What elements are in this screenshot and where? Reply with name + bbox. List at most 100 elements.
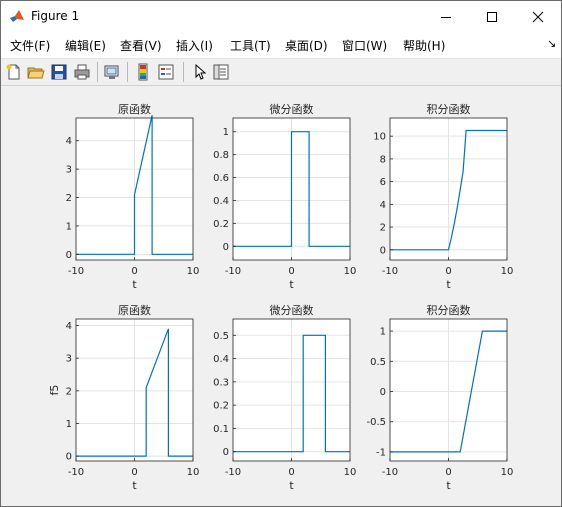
x-tick-label: -10 bbox=[382, 467, 398, 478]
y-tick-label: 1 bbox=[66, 221, 72, 232]
x-tick-label: 0 bbox=[445, 467, 451, 478]
x-tick-label: -10 bbox=[68, 266, 84, 277]
x-axis-label: t bbox=[446, 278, 451, 291]
x-axis-label: t bbox=[132, 479, 137, 492]
y-tick-label: 4 bbox=[66, 136, 72, 147]
x-axis-label: t bbox=[446, 479, 451, 492]
maximize-button[interactable] bbox=[469, 1, 515, 32]
window-title: Figure 1 bbox=[31, 9, 80, 23]
y-tick-label: 0.2 bbox=[213, 219, 229, 230]
y-tick-label: -0.5 bbox=[366, 417, 386, 428]
y-tick-label: 1 bbox=[380, 327, 386, 338]
menu-edit[interactable]: 编辑(E) bbox=[65, 37, 106, 54]
menu-view[interactable]: 查看(V) bbox=[120, 37, 162, 54]
link-plot-icon[interactable] bbox=[103, 63, 121, 81]
menu-desktop[interactable]: 桌面(D) bbox=[285, 37, 328, 54]
menu-file[interactable]: 文件(F) bbox=[10, 37, 50, 54]
menu-insert[interactable]: 插入(I) bbox=[176, 37, 213, 54]
y-tick-label: 0 bbox=[66, 452, 72, 463]
edit-plot-icon[interactable] bbox=[190, 63, 208, 81]
menu-help[interactable]: 帮助(H) bbox=[403, 37, 445, 54]
save-icon[interactable] bbox=[50, 63, 68, 81]
x-tick-label: -10 bbox=[225, 266, 241, 277]
y-tick-label: 0.2 bbox=[213, 401, 229, 412]
x-axis-label: t bbox=[289, 278, 294, 291]
subplot-title: 积分函数 bbox=[427, 103, 471, 116]
subplot-1: -10 0 10 0 1 2 3 4 原函数 t bbox=[66, 103, 200, 291]
y-tick-label: 0 bbox=[380, 387, 386, 398]
y-tick-label: 3 bbox=[66, 165, 72, 176]
x-tick-label: 10 bbox=[187, 266, 200, 277]
y-tick-label: -1 bbox=[376, 447, 386, 458]
x-tick-label: 10 bbox=[187, 467, 200, 478]
y-tick-label: 2 bbox=[380, 223, 386, 234]
y-axis-label: f5 bbox=[48, 385, 61, 396]
x-axis-label: t bbox=[132, 278, 137, 291]
y-tick-label: 3 bbox=[66, 354, 72, 365]
toolbar-separator bbox=[183, 62, 184, 82]
x-tick-label: -10 bbox=[382, 266, 398, 277]
menu-overflow-icon[interactable]: ↘ bbox=[547, 37, 556, 50]
close-button[interactable] bbox=[515, 1, 561, 32]
y-tick-label: 4 bbox=[66, 321, 72, 332]
minimize-icon bbox=[441, 16, 451, 18]
y-tick-label: 8 bbox=[380, 154, 386, 165]
open-file-icon[interactable] bbox=[27, 63, 45, 81]
subplot-3: -10 0 10 0 2 4 6 8 10 积分函数 t bbox=[373, 103, 513, 291]
menu-tools[interactable]: 工具(T) bbox=[230, 37, 271, 54]
subplot-2: -10 0 10 0 0.2 0.4 0.6 0.8 1 微分函数 t bbox=[213, 102, 356, 291]
y-tick-label: 0 bbox=[66, 250, 72, 261]
figure-canvas[interactable]: -10 0 1001234原函数t-10 0 1000.20.40.60.81微分函数t… bbox=[1, 85, 561, 506]
x-tick-label: 0 bbox=[288, 467, 294, 478]
subplot-6: -10 0 10 -1 -0.5 0 0.5 1 积分函数 t bbox=[366, 304, 513, 492]
y-tick-label: 0 bbox=[223, 242, 229, 253]
x-tick-label: 0 bbox=[445, 266, 451, 277]
x-tick-label: 0 bbox=[131, 266, 137, 277]
y-tick-label: 0.4 bbox=[213, 196, 229, 207]
y-tick-label: 10 bbox=[373, 132, 386, 143]
y-tick-label: 1 bbox=[223, 127, 229, 138]
minimize-button[interactable] bbox=[423, 1, 469, 32]
maximize-icon bbox=[487, 11, 497, 22]
menu-bar: 文件(F) 编辑(E) 查看(V) 插入(I) 工具(T) 桌面(D) 窗口(W… bbox=[1, 32, 561, 58]
y-tick-label: 0.3 bbox=[213, 377, 229, 388]
y-tick-label: 0.1 bbox=[213, 424, 229, 435]
x-tick-label: 0 bbox=[288, 266, 294, 277]
toolbar bbox=[1, 58, 561, 86]
subplot-title: 微分函数 bbox=[270, 102, 314, 116]
menu-window[interactable]: 窗口(W) bbox=[342, 37, 387, 54]
x-tick-label: -10 bbox=[225, 467, 241, 478]
x-tick-label: -10 bbox=[68, 467, 84, 478]
x-tick-label: 10 bbox=[501, 266, 514, 277]
matlab-logo-icon bbox=[10, 10, 24, 22]
close-icon bbox=[532, 11, 544, 22]
x-tick-label: 10 bbox=[344, 467, 357, 478]
property-inspector-icon[interactable] bbox=[212, 63, 230, 81]
subplot-5: -10 0 10 0 0.1 0.2 0.3 0.4 0.5 微分函数 t bbox=[213, 303, 356, 492]
y-tick-label: 0.5 bbox=[370, 357, 386, 368]
y-tick-label: 1 bbox=[66, 419, 72, 430]
y-tick-label: 4 bbox=[380, 200, 386, 211]
x-tick-label: 10 bbox=[501, 467, 514, 478]
figure-window: Figure 1 文件(F) 编辑(E) 查看(V) 插入(I) 工具(T) 桌… bbox=[0, 0, 562, 507]
y-tick-label: 0.5 bbox=[213, 331, 229, 342]
y-tick-label: 6 bbox=[380, 177, 386, 188]
y-tick-label: 2 bbox=[66, 386, 72, 397]
new-figure-icon[interactable] bbox=[5, 63, 23, 81]
subplot-title: 微分函数 bbox=[270, 303, 314, 317]
title-bar[interactable]: Figure 1 bbox=[1, 1, 561, 32]
y-tick-label: 0.4 bbox=[213, 354, 229, 365]
insert-colorbar-icon[interactable] bbox=[134, 63, 152, 81]
x-axis-label: t bbox=[289, 479, 294, 492]
y-tick-label: 0 bbox=[223, 447, 229, 458]
subplot-title: 原函数 bbox=[118, 304, 151, 317]
y-tick-label: 2 bbox=[66, 193, 72, 204]
x-tick-label: 0 bbox=[131, 467, 137, 478]
insert-legend-icon[interactable] bbox=[157, 63, 175, 81]
subplot-title: 原函数 bbox=[118, 103, 151, 116]
y-tick-label: 0.6 bbox=[213, 173, 229, 184]
toolbar-separator bbox=[127, 62, 128, 82]
toolbar-separator bbox=[97, 62, 98, 82]
y-tick-label: 0 bbox=[380, 245, 386, 256]
print-icon[interactable] bbox=[73, 63, 91, 81]
